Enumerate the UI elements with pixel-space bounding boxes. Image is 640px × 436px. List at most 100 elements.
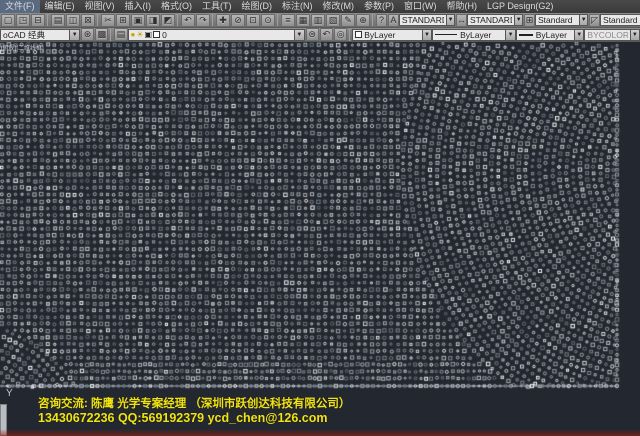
layer-on-icon[interactable]: ● xyxy=(131,30,136,39)
menu-help[interactable]: 帮助(H) xyxy=(442,0,483,13)
menu-tools[interactable]: 工具(T) xyxy=(197,0,237,13)
drawing-area: [俯视][二维线框] Y 咨询交流: 陈鹰 光学专案经理 （深圳市跃创达科技有限… xyxy=(0,42,640,436)
layer-previous-icon[interactable]: ↶ xyxy=(320,28,333,41)
menu-parametric[interactable]: 参数(P) xyxy=(359,0,399,13)
contact-banner-line1: 咨询交流: 陈鹰 光学专案经理 （深圳市跃创达科技有限公司） xyxy=(38,395,350,411)
drawing-canvas[interactable] xyxy=(0,42,640,436)
menu-bar: 文件(F)编辑(E)视图(V)插入(I)格式(O)工具(T)绘图(D)标注(N)… xyxy=(0,0,640,13)
linetype-value: ByLayer xyxy=(460,30,503,40)
menu-view[interactable]: 视图(V) xyxy=(80,0,120,13)
workspace-save-icon[interactable]: ▩ xyxy=(95,28,108,41)
linetype-dropdown[interactable]: ByLayer xyxy=(432,29,505,41)
mleader-style-icon[interactable]: ◸ xyxy=(589,14,600,27)
lineweight-sample xyxy=(519,34,533,36)
menu-lgp-design[interactable]: LGP Design(G2) xyxy=(482,0,558,13)
text-style-value: STANDARD xyxy=(402,15,444,25)
layer-dropdown[interactable]: ● ☀ ▣ 0 xyxy=(128,29,295,41)
mleader-style-value: Standard xyxy=(603,15,638,25)
markup-icon[interactable]: ✎ xyxy=(341,14,355,27)
zoom-window-icon[interactable]: ⊡ xyxy=(246,14,260,27)
workspace-settings-icon[interactable]: ⊛ xyxy=(81,28,94,41)
table-style-dropdown[interactable]: Standard xyxy=(535,14,579,26)
plot-preview-icon[interactable]: ◫ xyxy=(66,14,80,27)
table-style-icon[interactable]: ⊞ xyxy=(524,14,535,27)
workspace-drop-arrow[interactable]: ▼ xyxy=(69,29,79,41)
tool-palettes-icon[interactable]: ▥ xyxy=(311,14,325,27)
save-icon[interactable]: ⊟ xyxy=(31,14,45,27)
mleader-style-dropdown[interactable]: Standard xyxy=(600,14,640,26)
menu-dimension[interactable]: 标注(N) xyxy=(277,0,318,13)
text-style-drop-arrow[interactable]: ▼ xyxy=(446,14,455,26)
ucs-icon xyxy=(0,404,7,436)
match-properties-icon[interactable]: ◨ xyxy=(146,14,160,27)
publish-icon[interactable]: ⊠ xyxy=(81,14,95,27)
text-style-dropdown[interactable]: STANDARD xyxy=(399,14,446,26)
lineweight-drop-arrow[interactable]: ▼ xyxy=(574,29,584,41)
toolbar-separator xyxy=(212,14,213,26)
designcenter-icon[interactable]: ▦ xyxy=(296,14,310,27)
help-icon[interactable]: ? xyxy=(376,14,387,27)
toolbar-separator xyxy=(372,14,373,26)
linetype-sample xyxy=(435,34,457,35)
lineweight-dropdown[interactable]: ByLayer xyxy=(516,29,574,41)
color-swatch xyxy=(355,31,362,38)
plot-style-drop-arrow[interactable]: ▼ xyxy=(630,29,640,41)
quickcalc-icon[interactable]: ⊕ xyxy=(356,14,370,27)
dim-style-dropdown[interactable]: STANDARD xyxy=(467,14,514,26)
zoom-previous-icon[interactable]: ⊙ xyxy=(261,14,275,27)
layer-freeze-icon[interactable]: ☀ xyxy=(136,30,143,39)
layer-color-swatch[interactable] xyxy=(153,31,160,38)
toolbar-separator xyxy=(349,29,350,41)
undo-icon[interactable]: ↶ xyxy=(181,14,195,27)
autocad-window: 文件(F)编辑(E)视图(V)插入(I)格式(O)工具(T)绘图(D)标注(N)… xyxy=(0,0,640,436)
layer-drop-arrow[interactable]: ▼ xyxy=(294,29,304,41)
cut-icon[interactable]: ✂ xyxy=(101,14,115,27)
dim-style-icon[interactable]: ↔ xyxy=(456,14,467,27)
toolbar-separator xyxy=(277,14,278,26)
redo-icon[interactable]: ↷ xyxy=(196,14,210,27)
plot-style-value: BYCOLOR xyxy=(587,30,627,40)
menu-file[interactable]: 文件(F) xyxy=(0,0,40,13)
dim-style-value: STANDARD xyxy=(470,15,512,25)
dim-style-drop-arrow[interactable]: ▼ xyxy=(514,14,523,26)
sheet-set-icon[interactable]: ▧ xyxy=(326,14,340,27)
toolbar-separator xyxy=(47,14,48,26)
menu-modify[interactable]: 修改(M) xyxy=(318,0,360,13)
layer-name: 0 xyxy=(162,30,292,40)
toolbar-separator xyxy=(177,14,178,26)
plot-style-dropdown[interactable]: BYCOLOR xyxy=(584,29,629,41)
make-object-layer-current-icon[interactable]: ⊜ xyxy=(306,28,319,41)
toolbar-separator xyxy=(97,14,98,26)
ucs-y-axis-label: Y xyxy=(6,388,13,399)
layer-lock-icon[interactable]: ▣ xyxy=(145,30,153,39)
open-icon[interactable]: ◳ xyxy=(16,14,30,27)
layers-properties-toolbar: oCAD 经典 ▼ ⊛ ▩ ▤ ● ☀ ▣ 0 ▼ ⊜ ↶ ◎ ByLayer … xyxy=(0,28,640,42)
workspace-dropdown[interactable]: oCAD 经典 xyxy=(0,29,69,41)
table-style-drop-arrow[interactable]: ▼ xyxy=(579,14,588,26)
menu-edit[interactable]: 编辑(E) xyxy=(40,0,80,13)
new-icon[interactable]: ▢ xyxy=(1,14,15,27)
copy-icon[interactable]: ⊞ xyxy=(116,14,130,27)
color-drop-arrow[interactable]: ▼ xyxy=(422,29,432,41)
text-style-icon[interactable]: A xyxy=(388,14,399,27)
plot-icon[interactable]: ▤ xyxy=(51,14,65,27)
menu-insert[interactable]: 插入(I) xyxy=(120,0,157,13)
toolbar-separator xyxy=(110,29,111,41)
standard-toolbar: ▢◳⊟▤◫⊠✂⊞▣◨◩↶↷✚⊘⊡⊙≡▦▥▧✎⊕ ? A STANDARD ▼ ↔… xyxy=(0,13,640,28)
lineweight-value: ByLayer xyxy=(536,30,572,40)
paste-icon[interactable]: ▣ xyxy=(131,14,145,27)
zoom-realtime-icon[interactable]: ⊘ xyxy=(231,14,245,27)
menu-window[interactable]: 窗口(W) xyxy=(399,0,442,13)
pan-icon[interactable]: ✚ xyxy=(216,14,230,27)
layer-isolate-icon[interactable]: ◎ xyxy=(334,28,347,41)
menu-draw[interactable]: 绘图(D) xyxy=(237,0,278,13)
color-dropdown[interactable]: ByLayer xyxy=(352,29,421,41)
menu-format[interactable]: 格式(O) xyxy=(156,0,197,13)
block-editor-icon[interactable]: ◩ xyxy=(161,14,175,27)
properties-icon[interactable]: ≡ xyxy=(281,14,295,27)
workspace-value: oCAD 经典 xyxy=(3,29,67,41)
standard-toolbar-icons: ▢◳⊟ ▤◫⊠ ✂⊞▣◨◩ ↶↷ ✚⊘⊡⊙ ≡▦▥▧✎⊕ xyxy=(0,14,370,27)
viewport-label[interactable]: [俯视][二维线框] xyxy=(1,43,44,52)
layer-properties-icon[interactable]: ▤ xyxy=(114,28,127,41)
linetype-drop-arrow[interactable]: ▼ xyxy=(505,29,515,41)
